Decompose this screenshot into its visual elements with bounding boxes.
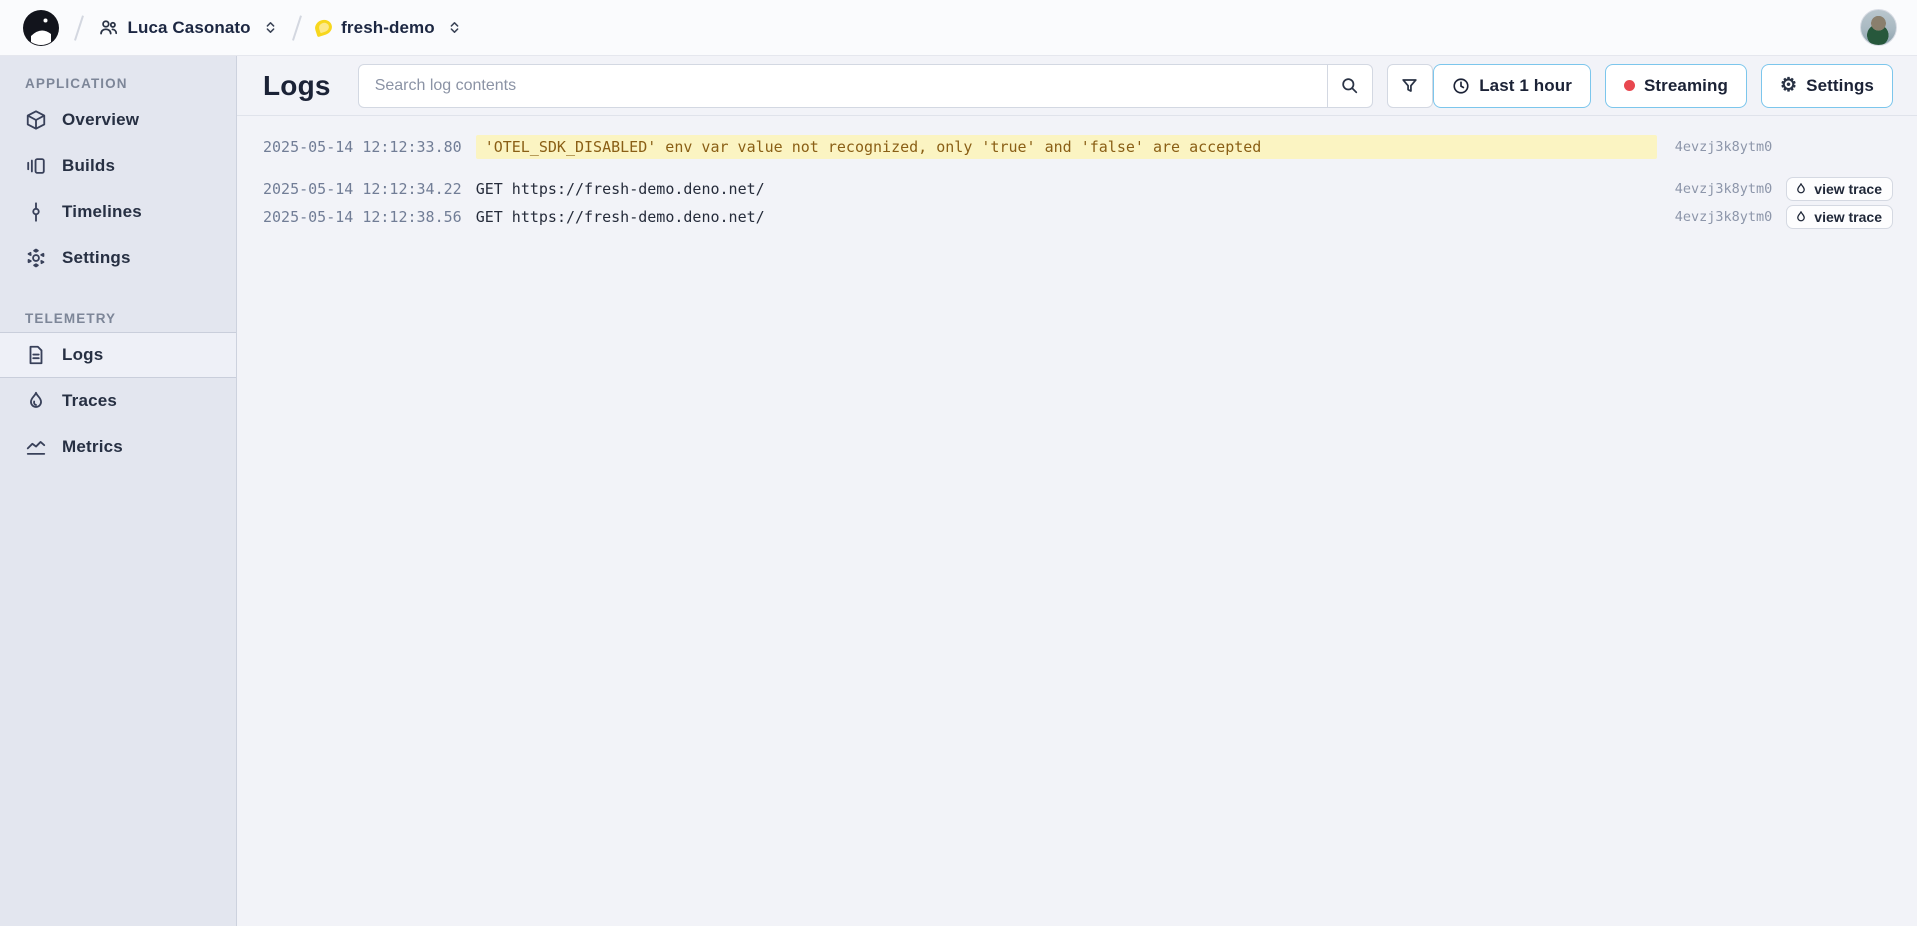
sidebar-item-traces[interactable]: Traces <box>0 378 236 424</box>
sidebar: APPLICATION Overview Builds <box>0 56 237 926</box>
log-settings-button[interactable]: ⚙ Settings <box>1761 64 1893 108</box>
log-timestamp: 2025-05-14 12:12:33.80 <box>263 138 462 156</box>
unfold-icon[interactable] <box>447 20 462 35</box>
deno-logo[interactable] <box>22 9 60 47</box>
log-row[interactable]: 2025-05-14 12:12:33.80 'OTEL_SDK_DISABLE… <box>263 134 1893 160</box>
log-timestamp: 2025-05-14 12:12:38.56 <box>263 208 462 226</box>
search-button[interactable] <box>1327 64 1373 108</box>
search-input[interactable] <box>358 64 1328 108</box>
sidebar-section-application: APPLICATION Overview Builds <box>0 76 236 281</box>
log-instance-id: 4evzj3k8ytm0 <box>1675 139 1773 155</box>
log-instance-id: 4evzj3k8ytm0 <box>1675 209 1773 225</box>
cube-icon <box>25 109 47 131</box>
user-avatar[interactable] <box>1860 9 1897 46</box>
gear-icon: ⚙ <box>1780 76 1797 95</box>
fresh-lemon-icon <box>313 18 334 38</box>
project-name: fresh-demo <box>341 18 435 38</box>
view-trace-button[interactable]: view trace <box>1786 177 1893 201</box>
logs-header: Logs <box>237 56 1917 116</box>
sidebar-item-overview[interactable]: Overview <box>0 97 236 143</box>
flame-icon <box>1794 182 1808 196</box>
flame-icon <box>1794 210 1808 224</box>
log-search-group <box>358 64 1433 108</box>
view-trace-button[interactable]: view trace <box>1786 205 1893 229</box>
builds-icon <box>25 155 47 177</box>
section-label-application: APPLICATION <box>0 76 236 97</box>
sidebar-section-telemetry: TELEMETRY Logs Traces <box>0 311 236 470</box>
funnel-icon <box>1400 76 1419 95</box>
sidebar-item-logs[interactable]: Logs <box>0 332 236 378</box>
log-message: GET https://fresh-demo.deno.net/ <box>476 180 1657 198</box>
chart-icon <box>25 436 47 458</box>
log-row[interactable]: 2025-05-14 12:12:38.56 GET https://fresh… <box>263 204 1893 230</box>
filter-button[interactable] <box>1387 64 1433 108</box>
log-list: 2025-05-14 12:12:33.80 'OTEL_SDK_DISABLE… <box>237 116 1917 232</box>
section-label-telemetry: TELEMETRY <box>0 311 236 332</box>
streaming-indicator-dot <box>1624 80 1635 91</box>
streaming-button[interactable]: Streaming <box>1605 64 1747 108</box>
log-message: GET https://fresh-demo.deno.net/ <box>476 208 1657 226</box>
topbar: Luca Casonato fresh-demo <box>0 0 1917 56</box>
document-icon <box>25 344 47 366</box>
sidebar-item-timelines[interactable]: Timelines <box>0 189 236 235</box>
log-message: 'OTEL_SDK_DISABLED' env var value not re… <box>476 135 1657 159</box>
sidebar-item-settings[interactable]: Settings <box>0 235 236 281</box>
main-content: Logs <box>237 56 1917 926</box>
gear-icon <box>25 247 47 269</box>
breadcrumb-separator <box>74 15 83 40</box>
log-row[interactable]: 2025-05-14 12:12:34.22 GET https://fresh… <box>263 176 1893 202</box>
team-icon <box>98 17 119 38</box>
log-instance-id: 4evzj3k8ytm0 <box>1675 181 1773 197</box>
sidebar-item-builds[interactable]: Builds <box>0 143 236 189</box>
time-range-button[interactable]: Last 1 hour <box>1433 64 1591 108</box>
clock-icon <box>1452 77 1470 95</box>
flame-icon <box>25 390 47 412</box>
unfold-icon[interactable] <box>263 20 278 35</box>
breadcrumb-org[interactable]: Luca Casonato <box>98 17 278 38</box>
log-timestamp: 2025-05-14 12:12:34.22 <box>263 180 462 198</box>
org-name: Luca Casonato <box>128 18 251 38</box>
sidebar-item-metrics[interactable]: Metrics <box>0 424 236 470</box>
page-title: Logs <box>263 70 331 102</box>
search-icon <box>1340 76 1359 95</box>
header-actions: Last 1 hour Streaming ⚙ Settings <box>1433 64 1893 108</box>
breadcrumb-project[interactable]: fresh-demo <box>315 18 462 38</box>
timeline-icon <box>25 201 47 223</box>
breadcrumb-separator <box>292 15 301 40</box>
